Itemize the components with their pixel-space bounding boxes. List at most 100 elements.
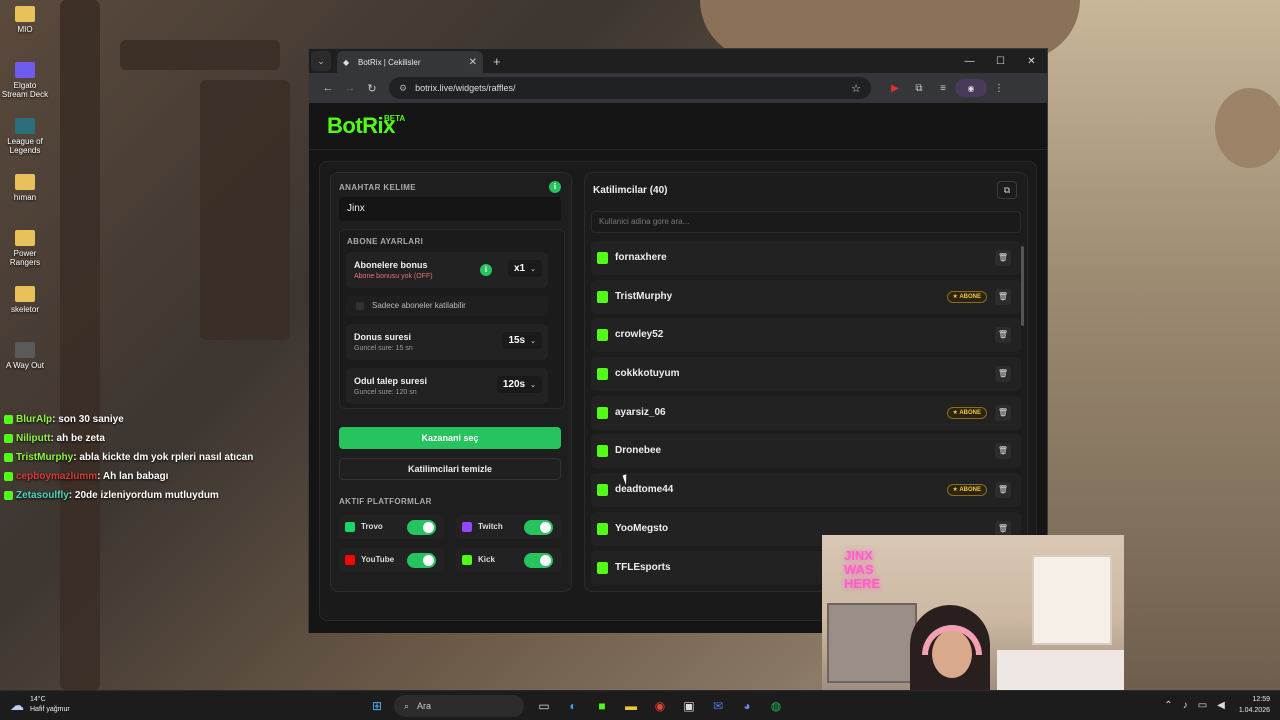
bonus-info-icon[interactable]: i <box>480 264 492 276</box>
kick-app-icon[interactable]: ■ <box>590 694 614 718</box>
trash-icon[interactable]: 🗑 <box>995 288 1011 305</box>
kick-badge-icon <box>4 452 13 462</box>
copy-icon[interactable]: ⧉ <box>997 181 1017 199</box>
chrome-icon[interactable]: ◉ <box>648 694 672 718</box>
webcam-shelf <box>827 603 917 683</box>
tab-search-icon[interactable]: ⌄ <box>311 51 331 71</box>
start-icon[interactable]: ⊞ <box>365 694 389 718</box>
network-icon[interactable]: ▭ <box>1198 700 1207 711</box>
reload-icon[interactable]: ↻ <box>361 82 383 95</box>
subscriber-badge-label: ABONE <box>959 293 981 300</box>
new-tab-icon[interactable]: + <box>493 54 501 69</box>
only-subscribers-checkbox[interactable] <box>356 302 364 310</box>
weather-widget[interactable]: ☁ 14°C Hafif yağmur <box>10 695 70 715</box>
trash-icon[interactable]: 🗑 <box>995 327 1011 344</box>
microphone-icon[interactable]: ♪ <box>1183 700 1188 711</box>
kick-icon <box>597 522 608 535</box>
back-icon[interactable]: ← <box>317 82 339 94</box>
desktop-icon[interactable]: skeletor <box>0 286 50 314</box>
url-field[interactable]: ⚙ botrix.live/widgets/raffles/ ☆ <box>389 77 871 99</box>
chevron-down-icon: ⌄ <box>530 382 536 389</box>
desktop-icon[interactable]: Elgato Stream Deck <box>0 62 50 99</box>
keyword-input[interactable]: Jinx <box>339 197 561 221</box>
participant-row[interactable]: cokkkotuyum 🗑 <box>591 357 1021 392</box>
spin-duration-select[interactable]: 15s ⌄ <box>502 332 542 349</box>
media-control-icon[interactable]: ≡ <box>931 83 955 94</box>
neon-sign: JINX WAS HERE <box>844 548 881 591</box>
platform-name: Kick <box>478 555 495 564</box>
trash-icon[interactable]: 🗑 <box>995 443 1011 460</box>
platform-toggle[interactable] <box>407 520 436 535</box>
mail-icon[interactable]: ✉ <box>706 694 730 718</box>
volume-icon[interactable]: ◀ <box>1217 700 1225 711</box>
desktop-icon-label: skeletor <box>10 305 39 314</box>
kick-icon <box>597 252 608 264</box>
participant-search-input[interactable]: Kullanici adina gore ara... <box>591 211 1021 233</box>
pick-winner-button[interactable]: Kazanani seç <box>339 427 561 449</box>
tab-bar: ⌄ ◆ BotRix | Cekilisler ✕ + — ☐ ✕ <box>309 49 1047 73</box>
tab-title: BotRix | Cekilisler <box>358 57 421 67</box>
claim-duration-select[interactable]: 120s ⌄ <box>496 376 542 393</box>
chat-message: Niliputt: ah be zeta <box>0 429 330 448</box>
participant-row[interactable]: crowley52 🗑 <box>591 318 1021 353</box>
trash-icon[interactable]: 🗑 <box>995 366 1011 383</box>
store-icon[interactable]: ▣ <box>677 694 701 718</box>
participant-row[interactable]: deadtome44 ★ ABONE 🗑 <box>591 473 1021 508</box>
extensions-icon[interactable]: ⧉ <box>907 83 931 94</box>
clock[interactable]: 12:59 1.04.2026 <box>1239 694 1270 716</box>
platform-kick: Kick <box>456 548 561 572</box>
edge-icon[interactable]: ◐ <box>561 694 585 718</box>
profile-avatar[interactable]: ◉ <box>955 79 987 97</box>
tab-close-icon[interactable]: ✕ <box>469 57 477 68</box>
subscriber-badge-label: ABONE <box>959 487 981 494</box>
participant-list-scrollbar[interactable] <box>1021 246 1024 326</box>
trash-icon[interactable]: 🗑 <box>995 250 1011 266</box>
platform-toggle[interactable] <box>407 553 436 568</box>
youtube-extension-icon[interactable]: ▶ <box>883 83 907 94</box>
rain-cloud-icon: ☁ <box>10 696 24 713</box>
maximize-icon[interactable]: ☐ <box>985 49 1016 73</box>
menu-kebab-icon[interactable]: ⋮ <box>987 83 1011 94</box>
participant-row[interactable]: fornaxhere 🗑 <box>591 241 1021 275</box>
task-view-icon[interactable]: ▭ <box>532 694 556 718</box>
bookmark-star-icon[interactable]: ☆ <box>851 82 861 95</box>
spin-duration-label: Donus suresi <box>354 332 412 342</box>
subscriber-badge-label: ABONE <box>959 409 981 416</box>
participants-panel: Katilimcilar (40) ⧉ Kullanici adina gore… <box>584 172 1028 592</box>
desktop-icon-label: hıman <box>13 193 37 202</box>
participant-row[interactable]: TristMurphy ★ ABONE 🗑 <box>591 279 1021 314</box>
participant-name: fornaxhere <box>615 252 667 263</box>
participant-row[interactable]: Dronebee 🗑 <box>591 434 1021 469</box>
participant-row[interactable]: ayarsiz_06 ★ ABONE 🗑 <box>591 395 1021 430</box>
clear-participants-button[interactable]: Katilimcilari temizle <box>339 458 561 480</box>
taskbar-search[interactable]: ⌕ Ara <box>394 695 524 717</box>
desktop-icon-label: Elgato Stream Deck <box>1 81 49 99</box>
desktop-icon[interactable]: MIO <box>0 6 50 34</box>
minimize-icon[interactable]: — <box>954 49 985 73</box>
platform-toggle[interactable] <box>524 520 553 535</box>
spotify-icon[interactable]: ◍ <box>764 694 788 718</box>
raffle-settings-panel: ANAHTAR KELIME i Jinx ABONE AYARLARI Abo… <box>330 172 572 592</box>
bonus-multiplier-select[interactable]: x1 ⌄ <box>508 260 542 277</box>
folder-icon <box>15 230 35 246</box>
folder-icon <box>15 342 35 358</box>
desktop-icon[interactable]: League of Legends <box>0 118 50 155</box>
chat-message: TristMurphy: abla kickte dm yok rpleri n… <box>0 448 330 467</box>
trash-icon[interactable]: 🗑 <box>995 404 1011 421</box>
trash-icon[interactable]: 🗑 <box>995 482 1011 499</box>
forward-icon[interactable]: → <box>339 82 361 94</box>
platform-toggle[interactable] <box>524 553 553 568</box>
only-subscribers-row[interactable]: Sadece aboneler katilabilir <box>346 296 548 316</box>
tray-chevron-icon[interactable]: ⌃ <box>1164 700 1172 711</box>
discord-icon[interactable]: ◕ <box>735 694 759 718</box>
site-info-icon[interactable]: ⚙ <box>399 83 407 94</box>
participants-title: Katilimcilar (40) <box>593 185 668 196</box>
chat-message: BlurAlp: son 30 saniye <box>0 410 330 429</box>
tab-botrix[interactable]: ◆ BotRix | Cekilisler ✕ <box>337 51 483 73</box>
desktop-icon[interactable]: hıman <box>0 174 50 202</box>
desktop-icon[interactable]: Power Rangers <box>0 230 50 267</box>
keyword-info-icon[interactable]: i <box>549 181 561 193</box>
desktop-icon[interactable]: A Way Out <box>0 342 50 370</box>
file-explorer-icon[interactable]: ▬ <box>619 694 643 718</box>
close-window-icon[interactable]: ✕ <box>1016 49 1047 73</box>
